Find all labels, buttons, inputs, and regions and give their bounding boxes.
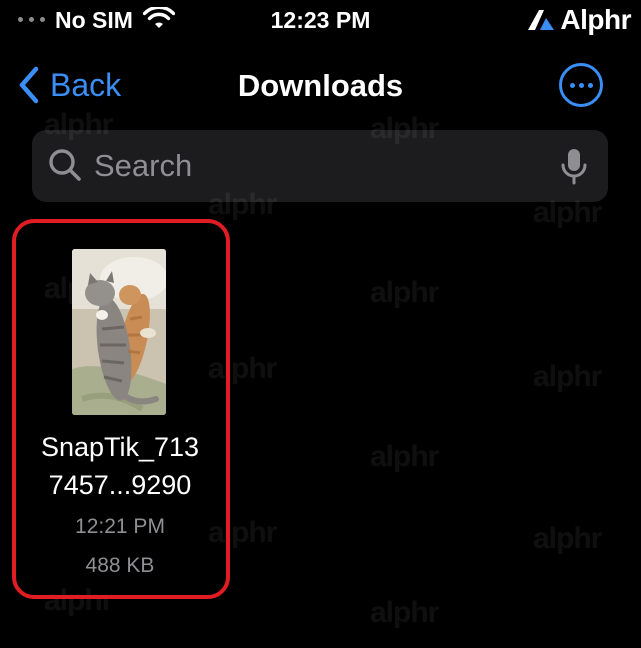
- ellipsis-circle-icon: [569, 82, 575, 88]
- file-name: SnapTik_713 7457...9290: [20, 428, 220, 504]
- watermark: alphr: [370, 596, 439, 629]
- back-label: Back: [50, 66, 122, 103]
- brand-name: Alphr: [560, 4, 631, 35]
- watermark: alphr: [533, 522, 602, 555]
- watermark: alphr: [533, 360, 602, 393]
- search-input[interactable]: [94, 144, 554, 188]
- microphone-icon[interactable]: [561, 148, 587, 186]
- status-bar: No SIM 12:23 PM Alphr: [0, 0, 641, 42]
- watermark: alphr: [370, 276, 439, 309]
- search-icon: [49, 149, 81, 181]
- navigation-bar: Back Downloads: [0, 60, 641, 112]
- file-size: 488 KB: [85, 554, 155, 577]
- brand-logo: Alphr: [526, 4, 631, 36]
- back-button[interactable]: Back: [18, 66, 121, 104]
- search-bar: [32, 130, 608, 202]
- file-time: 12:21 PM: [75, 515, 165, 538]
- file-name-line1: SnapTik_713: [40, 432, 200, 462]
- watermark: alphr: [370, 440, 439, 473]
- file-name-line2: 7457...9290: [48, 470, 192, 500]
- alphr-logo-icon: [528, 10, 555, 30]
- more-options-button[interactable]: [559, 63, 603, 107]
- chevron-left-icon: [19, 66, 39, 104]
- file-thumbnail: [72, 249, 166, 415]
- kittens-photo-icon: [72, 249, 166, 415]
